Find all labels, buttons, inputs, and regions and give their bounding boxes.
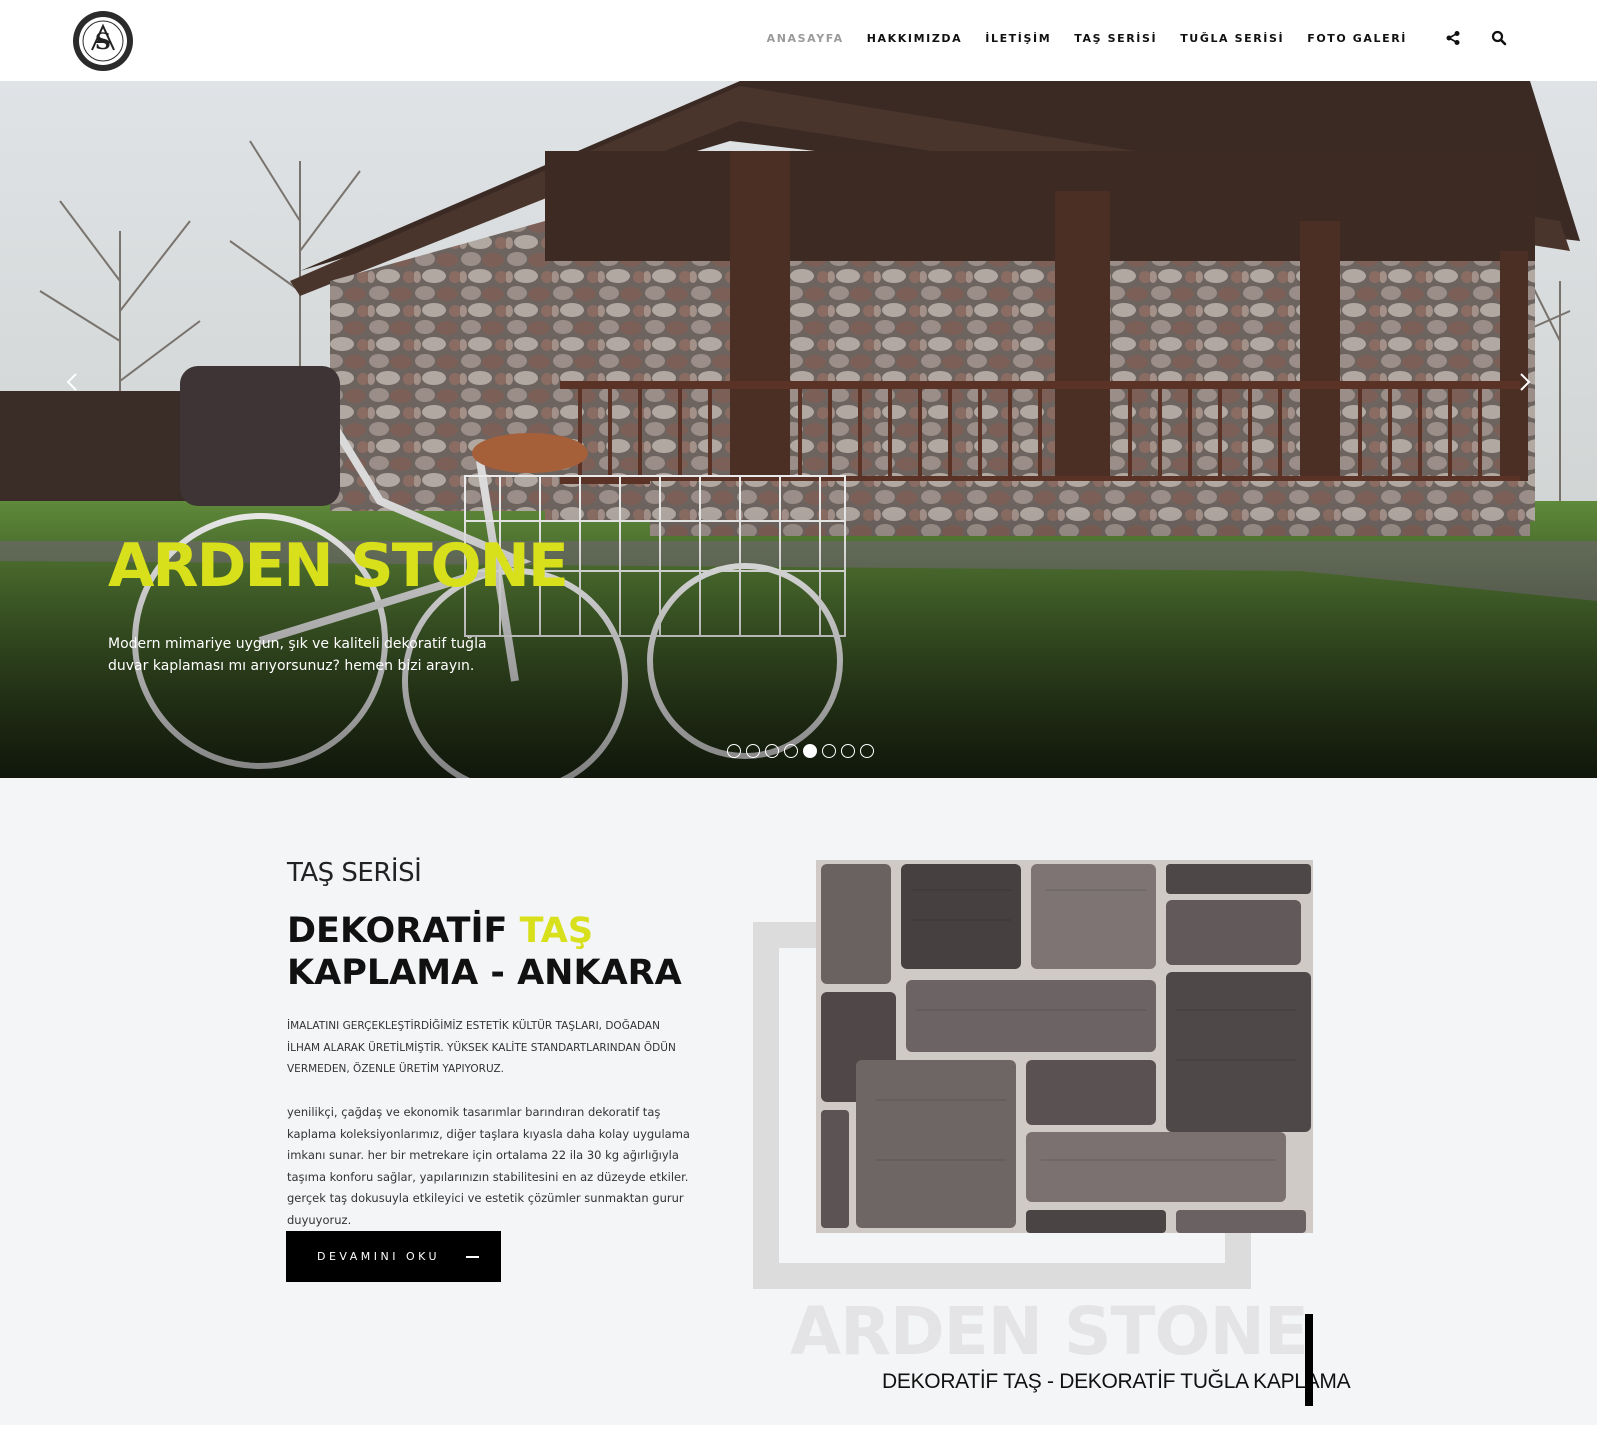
logo[interactable]: S	[72, 10, 134, 72]
slider-prev-arrow-icon[interactable]	[62, 371, 84, 393]
accent-bar	[1305, 1314, 1313, 1406]
site-header: S ANASAYFA HAKKIMIZDA İLETİŞİM TAŞ SERİS…	[0, 0, 1597, 81]
section-kicker: TAŞ SERİSİ	[287, 858, 422, 888]
headline-part1: DEKORATİF	[287, 911, 520, 951]
nav-tas-serisi[interactable]: TAŞ SERİSİ	[1074, 32, 1157, 45]
nav-iletisim[interactable]: İLETİŞİM	[985, 32, 1051, 45]
main-nav: ANASAYFA HAKKIMIZDA İLETİŞİM TAŞ SERİSİ …	[744, 30, 1507, 46]
search-icon[interactable]	[1491, 30, 1507, 46]
slider-dot-2[interactable]	[746, 744, 760, 758]
logo-emblem-icon: S	[73, 11, 133, 71]
slider-dot-3[interactable]	[765, 744, 779, 758]
nav-foto-galeri[interactable]: FOTO GALERİ	[1307, 32, 1407, 45]
stone-series-section: TAŞ SERİSİ DEKORATİF TAŞ KAPLAMA - ANKARA…	[0, 778, 1597, 1425]
read-more-label: DEVAMINI OKU	[317, 1250, 441, 1263]
slider-dot-1[interactable]	[727, 744, 741, 758]
stone-texture-photo	[816, 860, 1313, 1233]
section-headline: DEKORATİF TAŞ KAPLAMA - ANKARA	[287, 910, 707, 994]
nav-hakkimizda[interactable]: HAKKIMIZDA	[867, 32, 963, 45]
nav-anasayfa[interactable]: ANASAYFA	[767, 32, 844, 45]
nav-tugla-serisi[interactable]: TUĞLA SERİSİ	[1180, 32, 1284, 45]
hero-text: Modern mimariye uygun, şık ve kaliteli d…	[108, 636, 487, 674]
slider-dot-5[interactable]	[803, 744, 817, 758]
slider-next-arrow-icon[interactable]	[1513, 371, 1535, 393]
hero-title: ARDEN STONE	[108, 531, 569, 601]
hero-slider: ARDEN STONE Modern mimariye uygun, şık v…	[0, 81, 1597, 778]
headline-accent: TAŞ	[519, 911, 594, 951]
slider-pagination	[727, 744, 879, 758]
share-icon[interactable]	[1445, 30, 1461, 46]
slider-dot-8[interactable]	[860, 744, 874, 758]
slider-dot-4[interactable]	[784, 744, 798, 758]
slider-dot-6[interactable]	[822, 744, 836, 758]
read-more-button[interactable]: DEVAMINI OKU	[286, 1231, 501, 1282]
dash-icon	[466, 1256, 479, 1258]
headline-part2: KAPLAMA - ANKARA	[287, 953, 682, 993]
slider-dot-7[interactable]	[841, 744, 855, 758]
section-body-text: yenilikçi, çağdaş ve ekonomik tasarımlar…	[287, 1105, 690, 1227]
brand-watermark: ARDEN STONE	[790, 1293, 1309, 1370]
brand-subtitle: DEKORATİF TAŞ - DEKORATİF TUĞLA KAPLAMA	[882, 1370, 1351, 1393]
section-intro-text: İMALATINI GERÇEKLEŞTİRDİĞİMİZ ESTETİK KÜ…	[287, 1020, 676, 1075]
